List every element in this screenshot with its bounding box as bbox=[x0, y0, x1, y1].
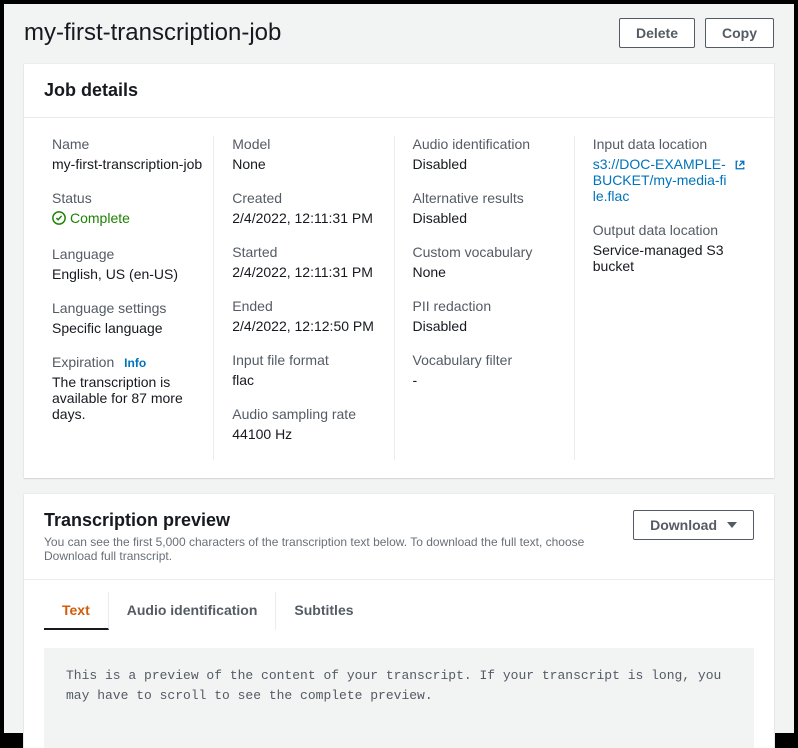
name-value: my-first-transcription-job bbox=[52, 156, 205, 172]
input-loc-text: s3://DOC-EXAMPLE-BUCKET/my-media-file.fl… bbox=[593, 156, 728, 204]
download-button[interactable]: Download bbox=[633, 510, 754, 540]
tab-text[interactable]: Text bbox=[44, 592, 109, 630]
job-details-title: Job details bbox=[44, 80, 138, 101]
status-value: Complete bbox=[52, 210, 130, 226]
sampling-value: 44100 Hz bbox=[232, 426, 385, 442]
audio-id-value: Disabled bbox=[413, 156, 566, 172]
vfilter-label: Vocabulary filter bbox=[413, 352, 566, 368]
format-label: Input file format bbox=[232, 352, 385, 368]
job-details-panel: Job details Name my-first-transcription-… bbox=[24, 64, 774, 478]
ended-label: Ended bbox=[232, 298, 385, 314]
status-label: Status bbox=[52, 190, 205, 206]
tab-subtitles[interactable]: Subtitles bbox=[276, 592, 371, 630]
preview-title: Transcription preview bbox=[44, 510, 633, 531]
model-value: None bbox=[232, 156, 385, 172]
started-value: 2/4/2022, 12:11:31 PM bbox=[232, 264, 385, 280]
lang-settings-label: Language settings bbox=[52, 300, 205, 316]
pii-value: Disabled bbox=[413, 318, 566, 334]
ended-value: 2/4/2022, 12:12:50 PM bbox=[232, 318, 385, 334]
language-label: Language bbox=[52, 246, 205, 262]
name-label: Name bbox=[52, 136, 205, 152]
external-link-icon bbox=[734, 159, 746, 171]
input-loc-link[interactable]: s3://DOC-EXAMPLE-BUCKET/my-media-file.fl… bbox=[593, 156, 746, 204]
tab-audio-identification[interactable]: Audio identification bbox=[109, 592, 277, 630]
audio-id-label: Audio identification bbox=[413, 136, 566, 152]
expiration-info-link[interactable]: Info bbox=[124, 356, 146, 370]
lang-settings-value: Specific language bbox=[52, 320, 205, 336]
delete-button[interactable]: Delete bbox=[619, 18, 695, 48]
caret-down-icon bbox=[727, 522, 737, 528]
created-value: 2/4/2022, 12:11:31 PM bbox=[232, 210, 385, 226]
started-label: Started bbox=[232, 244, 385, 260]
model-label: Model bbox=[232, 136, 385, 152]
preview-subtitle: You can see the first 5,000 characters o… bbox=[44, 535, 633, 563]
created-label: Created bbox=[232, 190, 385, 206]
status-text: Complete bbox=[70, 210, 130, 226]
alt-label: Alternative results bbox=[413, 190, 566, 206]
copy-button[interactable]: Copy bbox=[705, 18, 774, 48]
output-loc-label: Output data location bbox=[593, 222, 746, 238]
vocab-label: Custom vocabulary bbox=[413, 244, 566, 260]
format-value: flac bbox=[232, 372, 385, 388]
check-circle-icon bbox=[52, 211, 66, 225]
expiration-value: The transcription is available for 87 mo… bbox=[52, 374, 205, 422]
output-loc-value: Service-managed S3 bucket bbox=[593, 242, 746, 274]
expiration-label: Expiration Info bbox=[52, 354, 205, 370]
transcription-preview-panel: Transcription preview You can see the fi… bbox=[24, 494, 774, 748]
sampling-label: Audio sampling rate bbox=[232, 406, 385, 422]
alt-value: Disabled bbox=[413, 210, 566, 226]
page-title: my-first-transcription-job bbox=[24, 19, 281, 47]
vocab-value: None bbox=[413, 264, 566, 280]
input-loc-label: Input data location bbox=[593, 136, 746, 152]
pii-label: PII redaction bbox=[413, 298, 566, 314]
language-value: English, US (en-US) bbox=[52, 266, 205, 282]
transcript-preview-content: This is a preview of the content of your… bbox=[44, 648, 754, 748]
vfilter-value: - bbox=[413, 372, 566, 388]
